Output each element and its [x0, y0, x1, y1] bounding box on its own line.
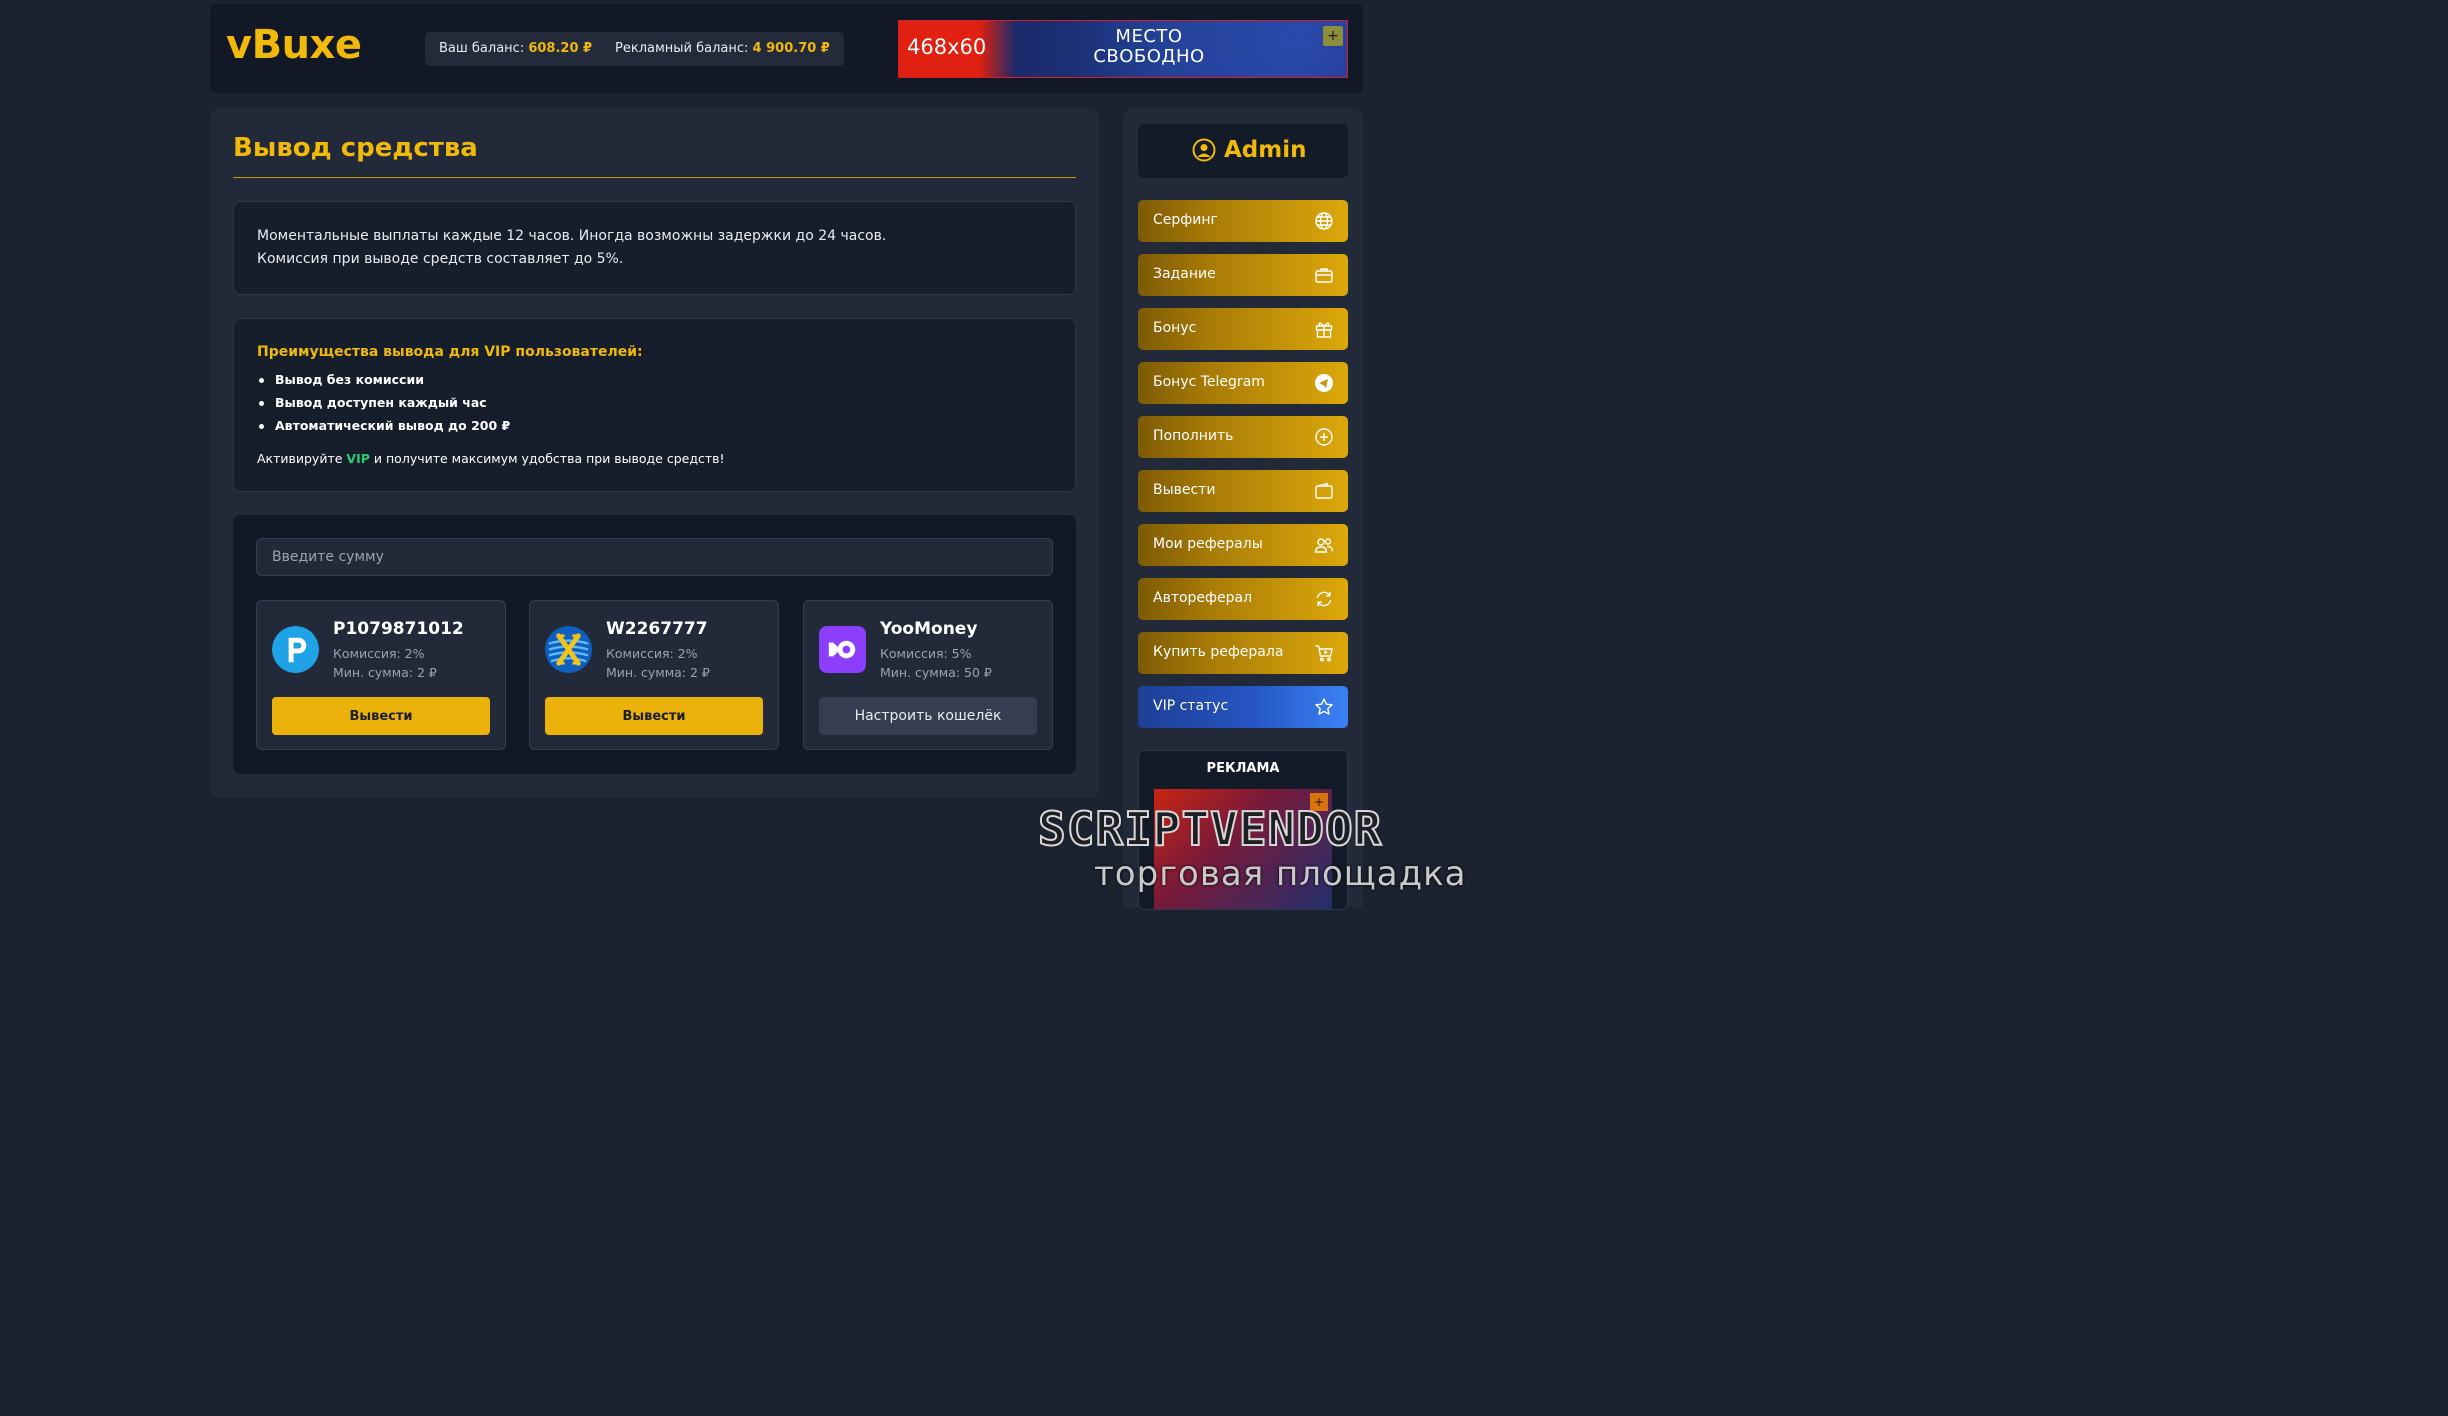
list-item: Автоматический вывод до 200 ₽ [257, 418, 510, 441]
vip-benefits-list: Вывод без комиссии Вывод доступен каждый… [257, 372, 510, 441]
vip-link[interactable]: VIP [346, 451, 370, 466]
users-icon [1314, 538, 1334, 553]
wallet-fee: Комиссия: 5% [880, 646, 972, 661]
sidebar-item-label: Мои рефералы [1153, 536, 1263, 552]
info-line-1: Моментальные выплаты каждые 12 часов. Ин… [257, 228, 887, 244]
wallet-fee: Комиссия: 2% [606, 646, 698, 661]
info-box: Моментальные выплаты каждые 12 часов. Ин… [233, 201, 1076, 295]
list-item: Вывод без комиссии [257, 372, 510, 395]
briefcase-icon [1315, 268, 1333, 283]
banner-line1: МЕСТО [1115, 26, 1183, 47]
refresh-icon [1316, 591, 1332, 607]
sidebar-item-bonus-telegram[interactable]: Бонус Telegram [1138, 362, 1348, 404]
user-circle-icon [1192, 138, 1216, 162]
sidebar-item-label: Серфинг [1153, 212, 1218, 228]
vip-cta-before: Активируйте [257, 451, 343, 466]
user-balance: Ваш баланс: 608.20 ₽ [425, 32, 607, 66]
sidebar-item-label: Бонус Telegram [1153, 374, 1265, 390]
wallet-number: W2267777 [606, 619, 708, 639]
ad-balance-value: 4 900.70 ₽ [752, 41, 830, 56]
sidebar-item-buy-referral[interactable]: Купить реферала [1138, 632, 1348, 674]
sidebar-item-bonus[interactable]: Бонус [1138, 308, 1348, 350]
ad-balance: Рекламный баланс: 4 900.70 ₽ [601, 32, 844, 66]
banner-add-button[interactable]: + [1323, 26, 1343, 46]
advcash-icon [545, 626, 592, 673]
sidebar-item-withdraw[interactable]: Вывести [1138, 470, 1348, 512]
sidebar-item-label: Задание [1153, 266, 1216, 282]
list-item: Вывод доступен каждый час [257, 395, 510, 418]
sidebar-item-surfing[interactable]: Серфинг [1138, 200, 1348, 242]
sidebar-item-referrals[interactable]: Мои рефералы [1138, 524, 1348, 566]
logo[interactable]: vBuxe [226, 22, 362, 68]
sidebar: Admin Серфинг Задание Бонус Бонус Telegr… [1123, 109, 1363, 910]
wallet-card-advcash: W2267777 Комиссия: 2% Мин. сумма: 2 ₽ Вы… [529, 600, 779, 750]
watermark-subtitle: торговая площадка [1094, 854, 1467, 894]
wallet-number: P1079871012 [333, 619, 464, 639]
sidebar-item-deposit[interactable]: Пополнить [1138, 416, 1348, 458]
user-card[interactable]: Admin [1138, 124, 1348, 178]
wallet-min: Мин. сумма: 2 ₽ [333, 665, 437, 680]
ad-title: РЕКЛАМА [1206, 761, 1280, 776]
yoomoney-icon [819, 626, 866, 673]
info-line-2: Комиссия при выводе средств составляет д… [257, 251, 624, 267]
watermark-title: SCRIPTVENDOR [1037, 801, 1383, 857]
sidebar-item-vip-status[interactable]: VIP статус [1138, 686, 1348, 728]
gift-icon [1315, 322, 1333, 338]
withdraw-section: Вывод средства Моментальные выплаты кажд… [210, 109, 1099, 798]
sidebar-item-label: Бонус [1153, 320, 1197, 336]
header-ad-banner[interactable]: 468x60 МЕСТО СВОБОДНО + [898, 20, 1348, 78]
banner-line2: СВОБОДНО [1093, 46, 1205, 67]
telegram-icon [1315, 374, 1333, 392]
ad-balance-label: Рекламный баланс: [615, 41, 749, 56]
withdraw-panel: P1079871012 Комиссия: 2% Мин. сумма: 2 ₽… [233, 515, 1076, 774]
wallet-icon [1315, 482, 1333, 499]
vip-cta-text: Активируйте VIP и получите максимум удоб… [257, 451, 725, 466]
sidebar-item-label: Автореферал [1153, 590, 1253, 606]
setup-wallet-button[interactable]: Настроить кошелёк [819, 697, 1037, 735]
wallet-fee: Комиссия: 2% [333, 646, 425, 661]
withdraw-button[interactable]: Вывести [272, 697, 490, 735]
wallet-min: Мин. сумма: 2 ₽ [606, 665, 710, 680]
title-divider [233, 177, 1076, 178]
star-icon [1315, 698, 1333, 715]
banner-size: 468x60 [907, 35, 987, 59]
payeer-icon [272, 626, 319, 673]
wallet-name: YooMoney [880, 619, 978, 639]
globe-icon [1315, 212, 1333, 230]
sidebar-item-label: Пополнить [1153, 428, 1234, 444]
username: Admin [1224, 137, 1307, 163]
banner-text: МЕСТО СВОБОДНО [1069, 27, 1229, 67]
sidebar-item-label: VIP статус [1153, 698, 1229, 714]
sidebar-item-label: Купить реферала [1153, 644, 1284, 660]
wallet-min: Мин. сумма: 50 ₽ [880, 665, 992, 680]
amount-input[interactable] [256, 538, 1053, 576]
cart-icon [1315, 645, 1333, 662]
balance-label: Ваш баланс: [439, 41, 525, 56]
sidebar-item-label: Вывести [1153, 482, 1216, 498]
vip-cta-after: и получите максимум удобства при выводе … [373, 451, 725, 466]
vip-benefits-box: Преимущества вывода для VIP пользователе… [233, 318, 1076, 492]
sidebar-item-tasks[interactable]: Задание [1138, 254, 1348, 296]
sidebar-item-autoreferral[interactable]: Автореферал [1138, 578, 1348, 620]
top-header: vBuxe Ваш баланс: 608.20 ₽ Рекламный бал… [210, 4, 1363, 93]
page-title: Вывод средства [233, 133, 478, 163]
wallet-card-payeer: P1079871012 Комиссия: 2% Мин. сумма: 2 ₽… [256, 600, 506, 750]
plus-circle-icon [1315, 428, 1333, 446]
watermark: SCRIPTVENDOR торговая площадка [1034, 800, 1554, 900]
withdraw-button[interactable]: Вывести [545, 697, 763, 735]
balance-value: 608.20 ₽ [528, 41, 593, 56]
wallet-card-yoomoney: YooMoney Комиссия: 5% Мин. сумма: 50 ₽ Н… [803, 600, 1053, 750]
vip-title: Преимущества вывода для VIP пользователе… [257, 344, 643, 360]
